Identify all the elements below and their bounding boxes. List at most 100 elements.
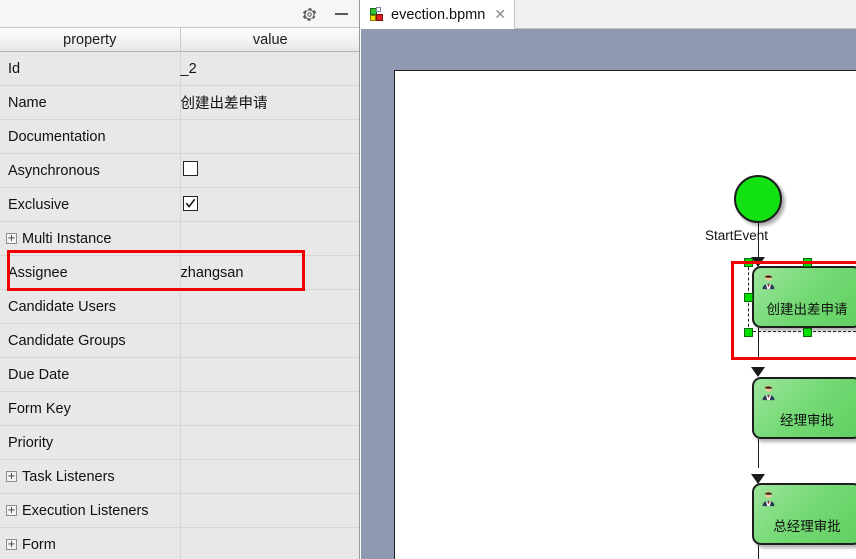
- properties-table-body: Id _2 Name 创建出差申请 Documentation Asynchronous E…: [0, 51, 359, 559]
- property-cell[interactable]: + Execution Listeners: [0, 493, 181, 528]
- property-cell[interactable]: + Task Listeners: [0, 459, 181, 494]
- table-row[interactable]: Priority: [0, 425, 359, 460]
- checkbox-checked[interactable]: [182, 196, 198, 211]
- property-cell[interactable]: Documentation: [0, 119, 181, 154]
- property-cell[interactable]: Priority: [0, 425, 181, 460]
- property-cell[interactable]: Asynchronous: [0, 153, 181, 188]
- start-event-node[interactable]: [734, 175, 782, 223]
- table-row[interactable]: + Task Listeners: [0, 459, 359, 494]
- table-row[interactable]: Candidate Users: [0, 289, 359, 324]
- table-row[interactable]: Documentation: [0, 119, 359, 154]
- user-task-node-1[interactable]: 创建出差申请: [752, 266, 856, 328]
- user-task-node-2[interactable]: 经理审批: [752, 377, 856, 439]
- value-cell[interactable]: zhangsan: [180, 255, 359, 290]
- property-label: Assignee: [8, 264, 68, 281]
- property-cell[interactable]: Id: [0, 51, 181, 86]
- table-row[interactable]: Form Key: [0, 391, 359, 426]
- value-text: _2: [180, 60, 197, 77]
- tab-label: evection.bpmn: [391, 6, 486, 23]
- column-header-property[interactable]: property: [0, 28, 181, 52]
- value-text: zhangsan: [180, 264, 244, 281]
- diagram-page: StartEvent 创建出差申请 经理审批 总经理审批: [394, 70, 856, 559]
- table-row[interactable]: Id _2: [0, 51, 359, 86]
- application-window: property value Id _2 Name 创建出差申请 Documentati…: [0, 0, 856, 559]
- property-label: Candidate Groups: [8, 332, 126, 349]
- tab-evection-bpmn[interactable]: evection.bpmn ✕: [361, 0, 516, 29]
- property-cell[interactable]: Name: [0, 85, 181, 120]
- property-label: Id: [8, 60, 21, 77]
- value-cell[interactable]: [180, 459, 359, 494]
- property-cell[interactable]: + Form: [0, 527, 181, 559]
- expand-icon[interactable]: +: [6, 471, 17, 482]
- user-task-icon: [760, 490, 777, 507]
- user-task-label-1: 创建出差申请: [766, 302, 848, 318]
- value-cell[interactable]: [180, 119, 359, 154]
- properties-panel-toolbar: [0, 0, 359, 28]
- editor-tab-bar: evection.bpmn ✕: [361, 0, 856, 29]
- property-label: Form Key: [8, 400, 71, 417]
- property-label: Execution Listeners: [22, 502, 149, 519]
- property-cell[interactable]: Form Key: [0, 391, 181, 426]
- property-label: Due Date: [8, 366, 70, 383]
- user-task-icon: [760, 273, 777, 290]
- table-row[interactable]: Candidate Groups: [0, 323, 359, 358]
- table-row[interactable]: Exclusive: [0, 187, 359, 222]
- sequence-flow-2-arrow: [751, 367, 765, 377]
- property-cell[interactable]: Candidate Users: [0, 289, 181, 324]
- value-cell[interactable]: 创建出差申请: [180, 85, 359, 120]
- bpmn-file-icon: [370, 7, 385, 22]
- property-cell[interactable]: Exclusive: [0, 187, 181, 222]
- property-cell[interactable]: Candidate Groups: [0, 323, 181, 358]
- properties-panel: property value Id _2 Name 创建出差申请 Documentati…: [0, 0, 360, 559]
- property-label: Documentation: [8, 128, 106, 145]
- property-cell[interactable]: + Multi Instance: [0, 221, 181, 256]
- table-row[interactable]: + Execution Listeners: [0, 493, 359, 528]
- table-row[interactable]: Due Date: [0, 357, 359, 392]
- gear-icon[interactable]: [296, 0, 322, 28]
- minimize-icon[interactable]: [328, 0, 354, 28]
- property-cell[interactable]: Due Date: [0, 357, 181, 392]
- value-cell[interactable]: [180, 493, 359, 528]
- sequence-flow-2[interactable]: [757, 328, 759, 360]
- property-label: Exclusive: [8, 196, 70, 213]
- column-header-value[interactable]: value: [180, 28, 359, 52]
- table-header-row: property value: [0, 28, 359, 52]
- property-label: Task Listeners: [22, 468, 115, 485]
- checkbox-unchecked[interactable]: [182, 161, 198, 176]
- value-cell[interactable]: [180, 187, 359, 222]
- value-cell[interactable]: [180, 289, 359, 324]
- diagram-canvas[interactable]: StartEvent 创建出差申请 经理审批 总经理审批: [361, 29, 856, 559]
- value-cell[interactable]: _2: [180, 51, 359, 86]
- properties-table: property value Id _2 Name 创建出差申请 Documentati…: [0, 28, 359, 559]
- table-row[interactable]: Name 创建出差申请: [0, 85, 359, 120]
- table-row[interactable]: Asynchronous: [0, 153, 359, 188]
- property-label: Candidate Users: [8, 298, 116, 315]
- expand-icon[interactable]: +: [6, 233, 17, 244]
- value-cell[interactable]: [180, 357, 359, 392]
- value-cell[interactable]: [180, 323, 359, 358]
- property-label: Name: [8, 94, 47, 111]
- property-label: Asynchronous: [8, 162, 100, 179]
- user-task-label-3: 总经理审批: [773, 519, 841, 535]
- value-cell[interactable]: [180, 153, 359, 188]
- close-icon[interactable]: ✕: [494, 8, 506, 22]
- value-cell[interactable]: [180, 391, 359, 426]
- sequence-flow-4[interactable]: [757, 545, 759, 559]
- sequence-flow-3[interactable]: [757, 439, 759, 468]
- value-text: 创建出差申请: [180, 96, 268, 112]
- property-cell[interactable]: Assignee: [0, 255, 181, 290]
- value-cell[interactable]: [180, 425, 359, 460]
- diagram-editor: evection.bpmn ✕ StartEvent 创建出差申请 经理审批 总…: [361, 0, 856, 559]
- table-row[interactable]: + Multi Instance: [0, 221, 359, 256]
- user-task-icon: [760, 384, 777, 401]
- table-row[interactable]: Assignee zhangsan: [0, 255, 359, 290]
- value-cell[interactable]: [180, 221, 359, 256]
- property-label: Priority: [8, 434, 54, 451]
- expand-icon[interactable]: +: [6, 505, 17, 516]
- user-task-node-3[interactable]: 总经理审批: [752, 483, 856, 545]
- value-cell[interactable]: [180, 527, 359, 559]
- table-row[interactable]: + Form: [0, 527, 359, 559]
- sequence-flow-1[interactable]: [757, 223, 759, 259]
- expand-icon[interactable]: +: [6, 539, 17, 550]
- user-task-label-2: 经理审批: [780, 413, 834, 429]
